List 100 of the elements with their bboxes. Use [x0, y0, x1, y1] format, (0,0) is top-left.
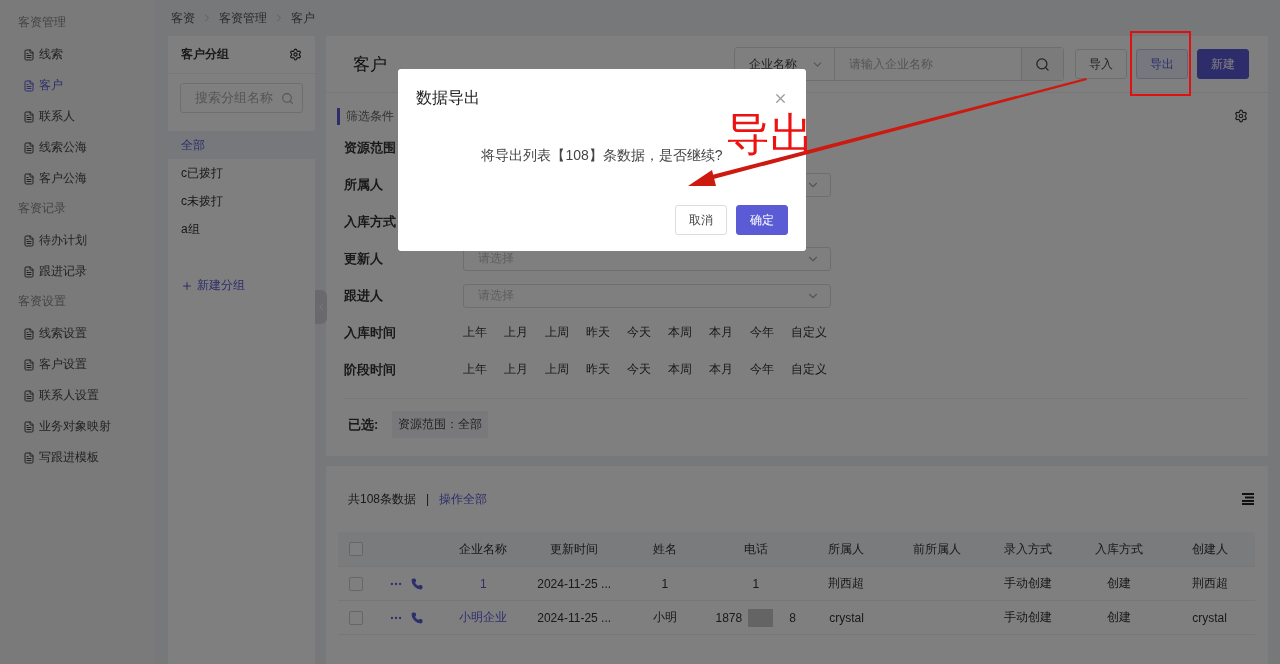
sidebar-item[interactable]: 线索设置 — [0, 318, 155, 349]
company-link[interactable]: 1 — [480, 576, 487, 591]
table-cell: crystal — [1164, 601, 1255, 635]
filter-label: 阶段时间 — [344, 360, 397, 379]
sidebar-item[interactable]: 联系人设置 — [0, 380, 155, 411]
date-option[interactable]: 本月 — [709, 361, 733, 378]
table-cell: 创建 — [1073, 567, 1165, 601]
date-option[interactable]: 上月 — [504, 324, 528, 341]
phone-icon[interactable] — [411, 577, 423, 590]
search-icon — [1035, 56, 1050, 72]
dialog-button[interactable]: 确定 — [736, 205, 788, 235]
table-cell: 创建 — [1073, 601, 1165, 635]
filter-label: 入库方式 — [344, 212, 397, 231]
toolbar-button[interactable]: 新建 — [1197, 49, 1249, 79]
table-cell: 荆西超 — [1164, 567, 1255, 601]
date-option[interactable]: 昨天 — [586, 361, 610, 378]
column-header: 前所属人 — [891, 532, 983, 567]
date-option[interactable]: 今天 — [627, 324, 651, 341]
column-header: 更新时间 — [528, 532, 620, 567]
date-option[interactable]: 上年 — [463, 324, 487, 341]
date-option[interactable]: 今年 — [750, 361, 774, 378]
date-option[interactable]: 上周 — [545, 361, 569, 378]
date-option[interactable]: 今年 — [750, 324, 774, 341]
sidebar-item[interactable]: 跟进记录 — [0, 256, 155, 287]
date-option[interactable]: 本周 — [668, 324, 692, 341]
document-icon — [23, 48, 35, 61]
date-option[interactable]: 本月 — [709, 324, 733, 341]
filter-label: 资源范围 — [344, 138, 397, 157]
date-option[interactable]: 昨天 — [586, 324, 610, 341]
dialog-button[interactable]: 取消 — [675, 205, 727, 235]
sidebar-item[interactable]: 联系人 — [0, 101, 155, 132]
checkbox[interactable] — [349, 542, 363, 556]
column-header: 所属人 — [801, 532, 892, 567]
settings-icon[interactable] — [289, 48, 302, 61]
search-button[interactable] — [1021, 48, 1063, 80]
table-cell: 小明 — [619, 601, 711, 635]
dialog-title: 数据导出 — [416, 87, 480, 108]
date-option[interactable]: 自定义 — [791, 361, 827, 378]
toolbar-button[interactable]: 导出 — [1136, 49, 1188, 79]
group-item[interactable]: a组 — [168, 215, 315, 243]
document-icon — [23, 389, 35, 402]
toolbar-button[interactable]: 导入 — [1075, 49, 1127, 79]
sidebar-item[interactable]: 写跟进模板 — [0, 442, 155, 473]
redaction-block — [748, 608, 774, 627]
date-option[interactable]: 今天 — [627, 361, 651, 378]
annotation-label: 导出 — [726, 112, 814, 156]
sidebar-item[interactable]: 客户 — [0, 70, 155, 101]
checkbox[interactable] — [349, 610, 363, 625]
company-link[interactable]: 小明企业 — [459, 609, 508, 626]
table-cell: crystal — [801, 601, 892, 635]
breadcrumb-item[interactable]: 客户 — [291, 9, 315, 27]
document-icon — [23, 265, 35, 278]
date-option[interactable]: 上年 — [463, 361, 487, 378]
column-header: 姓名 — [619, 532, 711, 567]
date-option[interactable]: 上月 — [504, 361, 528, 378]
table-cell: 1 — [619, 567, 711, 601]
sidebar-item[interactable]: 线索 — [0, 39, 155, 70]
document-icon — [23, 79, 35, 92]
filter-label: 跟进人 — [344, 286, 384, 305]
group-item[interactable]: c未拨打 — [168, 187, 315, 215]
column-header: 电话 — [710, 532, 802, 567]
group-item[interactable]: 全部 — [168, 131, 315, 159]
checkbox[interactable] — [349, 576, 363, 591]
new-group-link[interactable]: 新建分组 — [181, 277, 315, 294]
table-cell: 2024-11-25 ... — [528, 567, 620, 601]
document-icon — [23, 451, 35, 464]
bulk-action-link[interactable]: 操作全部 — [439, 490, 1231, 508]
breadcrumb-item[interactable]: 客资 — [171, 9, 195, 27]
document-icon — [23, 358, 35, 371]
column-settings-icon[interactable] — [1241, 493, 1255, 505]
record-count: 共108条数据 — [348, 490, 417, 508]
document-icon — [23, 110, 35, 123]
sidebar-item[interactable]: 业务对象映射 — [0, 411, 155, 442]
plus-icon — [181, 279, 193, 292]
search-icon — [281, 91, 294, 105]
date-option[interactable]: 上周 — [545, 324, 569, 341]
column-header: 创建人 — [1164, 532, 1255, 567]
sidebar-item[interactable]: 待办计划 — [0, 225, 155, 256]
date-option[interactable]: 本周 — [668, 361, 692, 378]
table-cell: 手动创建 — [982, 567, 1074, 601]
column-header: 录入方式 — [982, 532, 1074, 567]
page-title: 客户 — [352, 53, 388, 76]
column-header: 入库方式 — [1073, 532, 1165, 567]
filter-label: 所属人 — [344, 175, 384, 194]
table-cell: 1878 — [715, 610, 743, 625]
phone-icon[interactable] — [411, 611, 423, 624]
settings-icon[interactable] — [1234, 109, 1248, 123]
separator: | — [426, 492, 430, 506]
table-cell: 荆西超 — [801, 567, 892, 601]
document-icon — [23, 172, 35, 185]
sidebar-item[interactable]: 客户公海 — [0, 163, 155, 194]
document-icon — [23, 327, 35, 340]
table-cell: 2024-11-25 ... — [528, 601, 620, 635]
sidebar-item[interactable]: 客户设置 — [0, 349, 155, 380]
group-item[interactable]: c已拨打 — [168, 159, 315, 187]
selected-label: 已选: — [348, 415, 379, 434]
breadcrumb-item[interactable]: 客资管理 — [219, 9, 267, 27]
sidebar-item[interactable]: 线索公海 — [0, 132, 155, 163]
filter-title: 筛选条件 — [337, 107, 394, 125]
date-option[interactable]: 自定义 — [791, 324, 827, 341]
